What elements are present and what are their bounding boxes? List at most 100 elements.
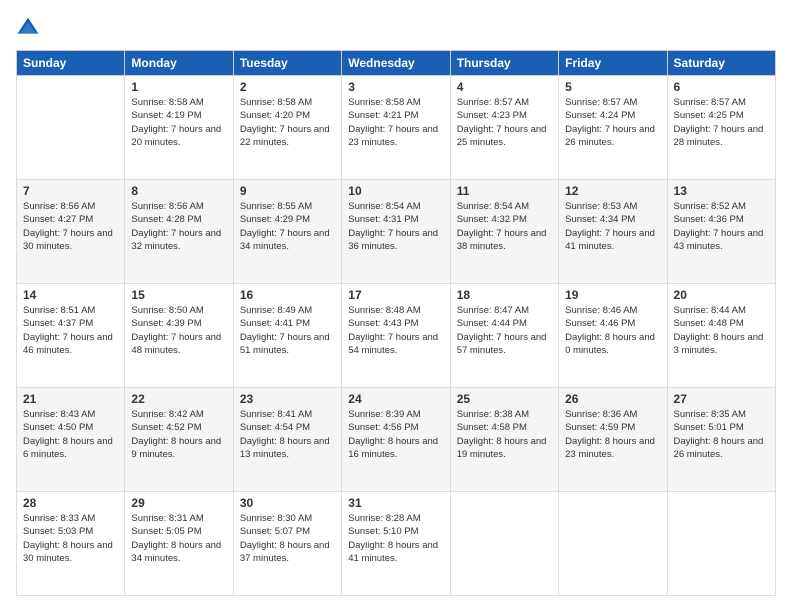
day-info: Sunrise: 8:35 AMSunset: 5:01 PMDaylight:… <box>674 408 769 461</box>
day-info: Sunrise: 8:56 AMSunset: 4:28 PMDaylight:… <box>131 200 226 253</box>
page: SundayMondayTuesdayWednesdayThursdayFrid… <box>0 0 792 612</box>
calendar-cell: 18 Sunrise: 8:47 AMSunset: 4:44 PMDaylig… <box>450 284 558 388</box>
day-number: 31 <box>348 496 443 510</box>
calendar-cell: 7 Sunrise: 8:56 AMSunset: 4:27 PMDayligh… <box>17 180 125 284</box>
calendar-cell: 31 Sunrise: 8:28 AMSunset: 5:10 PMDaylig… <box>342 492 450 596</box>
week-row-0: 1 Sunrise: 8:58 AMSunset: 4:19 PMDayligh… <box>17 76 776 180</box>
calendar-cell: 30 Sunrise: 8:30 AMSunset: 5:07 PMDaylig… <box>233 492 341 596</box>
calendar-cell <box>559 492 667 596</box>
calendar-cell <box>17 76 125 180</box>
calendar-cell: 14 Sunrise: 8:51 AMSunset: 4:37 PMDaylig… <box>17 284 125 388</box>
day-number: 17 <box>348 288 443 302</box>
day-info: Sunrise: 8:46 AMSunset: 4:46 PMDaylight:… <box>565 304 660 357</box>
week-row-1: 7 Sunrise: 8:56 AMSunset: 4:27 PMDayligh… <box>17 180 776 284</box>
day-number: 25 <box>457 392 552 406</box>
weekday-header-row: SundayMondayTuesdayWednesdayThursdayFrid… <box>17 51 776 76</box>
calendar-cell: 9 Sunrise: 8:55 AMSunset: 4:29 PMDayligh… <box>233 180 341 284</box>
calendar-cell: 23 Sunrise: 8:41 AMSunset: 4:54 PMDaylig… <box>233 388 341 492</box>
day-number: 15 <box>131 288 226 302</box>
day-info: Sunrise: 8:36 AMSunset: 4:59 PMDaylight:… <box>565 408 660 461</box>
calendar-cell: 8 Sunrise: 8:56 AMSunset: 4:28 PMDayligh… <box>125 180 233 284</box>
calendar-cell: 13 Sunrise: 8:52 AMSunset: 4:36 PMDaylig… <box>667 180 775 284</box>
calendar-cell: 12 Sunrise: 8:53 AMSunset: 4:34 PMDaylig… <box>559 180 667 284</box>
day-info: Sunrise: 8:47 AMSunset: 4:44 PMDaylight:… <box>457 304 552 357</box>
calendar-cell: 24 Sunrise: 8:39 AMSunset: 4:56 PMDaylig… <box>342 388 450 492</box>
weekday-header-friday: Friday <box>559 51 667 76</box>
calendar-cell: 3 Sunrise: 8:58 AMSunset: 4:21 PMDayligh… <box>342 76 450 180</box>
day-number: 13 <box>674 184 769 198</box>
week-row-4: 28 Sunrise: 8:33 AMSunset: 5:03 PMDaylig… <box>17 492 776 596</box>
day-number: 19 <box>565 288 660 302</box>
day-info: Sunrise: 8:31 AMSunset: 5:05 PMDaylight:… <box>131 512 226 565</box>
logo-icon <box>16 16 40 40</box>
day-info: Sunrise: 8:30 AMSunset: 5:07 PMDaylight:… <box>240 512 335 565</box>
day-info: Sunrise: 8:56 AMSunset: 4:27 PMDaylight:… <box>23 200 118 253</box>
day-number: 18 <box>457 288 552 302</box>
weekday-header-sunday: Sunday <box>17 51 125 76</box>
day-info: Sunrise: 8:55 AMSunset: 4:29 PMDaylight:… <box>240 200 335 253</box>
day-info: Sunrise: 8:50 AMSunset: 4:39 PMDaylight:… <box>131 304 226 357</box>
day-info: Sunrise: 8:44 AMSunset: 4:48 PMDaylight:… <box>674 304 769 357</box>
weekday-header-monday: Monday <box>125 51 233 76</box>
day-number: 23 <box>240 392 335 406</box>
calendar-cell: 27 Sunrise: 8:35 AMSunset: 5:01 PMDaylig… <box>667 388 775 492</box>
day-number: 12 <box>565 184 660 198</box>
day-info: Sunrise: 8:49 AMSunset: 4:41 PMDaylight:… <box>240 304 335 357</box>
day-number: 26 <box>565 392 660 406</box>
calendar-cell: 4 Sunrise: 8:57 AMSunset: 4:23 PMDayligh… <box>450 76 558 180</box>
day-info: Sunrise: 8:53 AMSunset: 4:34 PMDaylight:… <box>565 200 660 253</box>
calendar-cell: 16 Sunrise: 8:49 AMSunset: 4:41 PMDaylig… <box>233 284 341 388</box>
calendar-body: 1 Sunrise: 8:58 AMSunset: 4:19 PMDayligh… <box>17 76 776 596</box>
day-number: 10 <box>348 184 443 198</box>
calendar-cell: 5 Sunrise: 8:57 AMSunset: 4:24 PMDayligh… <box>559 76 667 180</box>
week-row-3: 21 Sunrise: 8:43 AMSunset: 4:50 PMDaylig… <box>17 388 776 492</box>
day-info: Sunrise: 8:54 AMSunset: 4:32 PMDaylight:… <box>457 200 552 253</box>
calendar-cell: 20 Sunrise: 8:44 AMSunset: 4:48 PMDaylig… <box>667 284 775 388</box>
calendar-table: SundayMondayTuesdayWednesdayThursdayFrid… <box>16 50 776 596</box>
day-number: 28 <box>23 496 118 510</box>
calendar-cell: 15 Sunrise: 8:50 AMSunset: 4:39 PMDaylig… <box>125 284 233 388</box>
logo <box>16 16 44 40</box>
day-number: 30 <box>240 496 335 510</box>
day-info: Sunrise: 8:54 AMSunset: 4:31 PMDaylight:… <box>348 200 443 253</box>
day-number: 11 <box>457 184 552 198</box>
day-number: 27 <box>674 392 769 406</box>
calendar-cell: 17 Sunrise: 8:48 AMSunset: 4:43 PMDaylig… <box>342 284 450 388</box>
day-number: 5 <box>565 80 660 94</box>
calendar-cell <box>450 492 558 596</box>
day-info: Sunrise: 8:57 AMSunset: 4:23 PMDaylight:… <box>457 96 552 149</box>
day-number: 8 <box>131 184 226 198</box>
day-number: 2 <box>240 80 335 94</box>
day-number: 4 <box>457 80 552 94</box>
day-info: Sunrise: 8:57 AMSunset: 4:24 PMDaylight:… <box>565 96 660 149</box>
calendar-cell: 25 Sunrise: 8:38 AMSunset: 4:58 PMDaylig… <box>450 388 558 492</box>
day-info: Sunrise: 8:39 AMSunset: 4:56 PMDaylight:… <box>348 408 443 461</box>
day-info: Sunrise: 8:33 AMSunset: 5:03 PMDaylight:… <box>23 512 118 565</box>
day-number: 24 <box>348 392 443 406</box>
day-info: Sunrise: 8:58 AMSunset: 4:20 PMDaylight:… <box>240 96 335 149</box>
day-number: 7 <box>23 184 118 198</box>
weekday-header-wednesday: Wednesday <box>342 51 450 76</box>
day-number: 16 <box>240 288 335 302</box>
day-info: Sunrise: 8:43 AMSunset: 4:50 PMDaylight:… <box>23 408 118 461</box>
day-info: Sunrise: 8:38 AMSunset: 4:58 PMDaylight:… <box>457 408 552 461</box>
week-row-2: 14 Sunrise: 8:51 AMSunset: 4:37 PMDaylig… <box>17 284 776 388</box>
day-info: Sunrise: 8:41 AMSunset: 4:54 PMDaylight:… <box>240 408 335 461</box>
day-number: 20 <box>674 288 769 302</box>
calendar-cell: 2 Sunrise: 8:58 AMSunset: 4:20 PMDayligh… <box>233 76 341 180</box>
calendar-cell: 1 Sunrise: 8:58 AMSunset: 4:19 PMDayligh… <box>125 76 233 180</box>
calendar-cell: 21 Sunrise: 8:43 AMSunset: 4:50 PMDaylig… <box>17 388 125 492</box>
calendar-cell: 28 Sunrise: 8:33 AMSunset: 5:03 PMDaylig… <box>17 492 125 596</box>
calendar-cell: 6 Sunrise: 8:57 AMSunset: 4:25 PMDayligh… <box>667 76 775 180</box>
day-info: Sunrise: 8:28 AMSunset: 5:10 PMDaylight:… <box>348 512 443 565</box>
day-number: 3 <box>348 80 443 94</box>
day-info: Sunrise: 8:42 AMSunset: 4:52 PMDaylight:… <box>131 408 226 461</box>
day-info: Sunrise: 8:51 AMSunset: 4:37 PMDaylight:… <box>23 304 118 357</box>
day-info: Sunrise: 8:58 AMSunset: 4:19 PMDaylight:… <box>131 96 226 149</box>
day-info: Sunrise: 8:48 AMSunset: 4:43 PMDaylight:… <box>348 304 443 357</box>
day-number: 22 <box>131 392 226 406</box>
calendar-cell <box>667 492 775 596</box>
day-number: 14 <box>23 288 118 302</box>
day-number: 6 <box>674 80 769 94</box>
calendar-cell: 10 Sunrise: 8:54 AMSunset: 4:31 PMDaylig… <box>342 180 450 284</box>
